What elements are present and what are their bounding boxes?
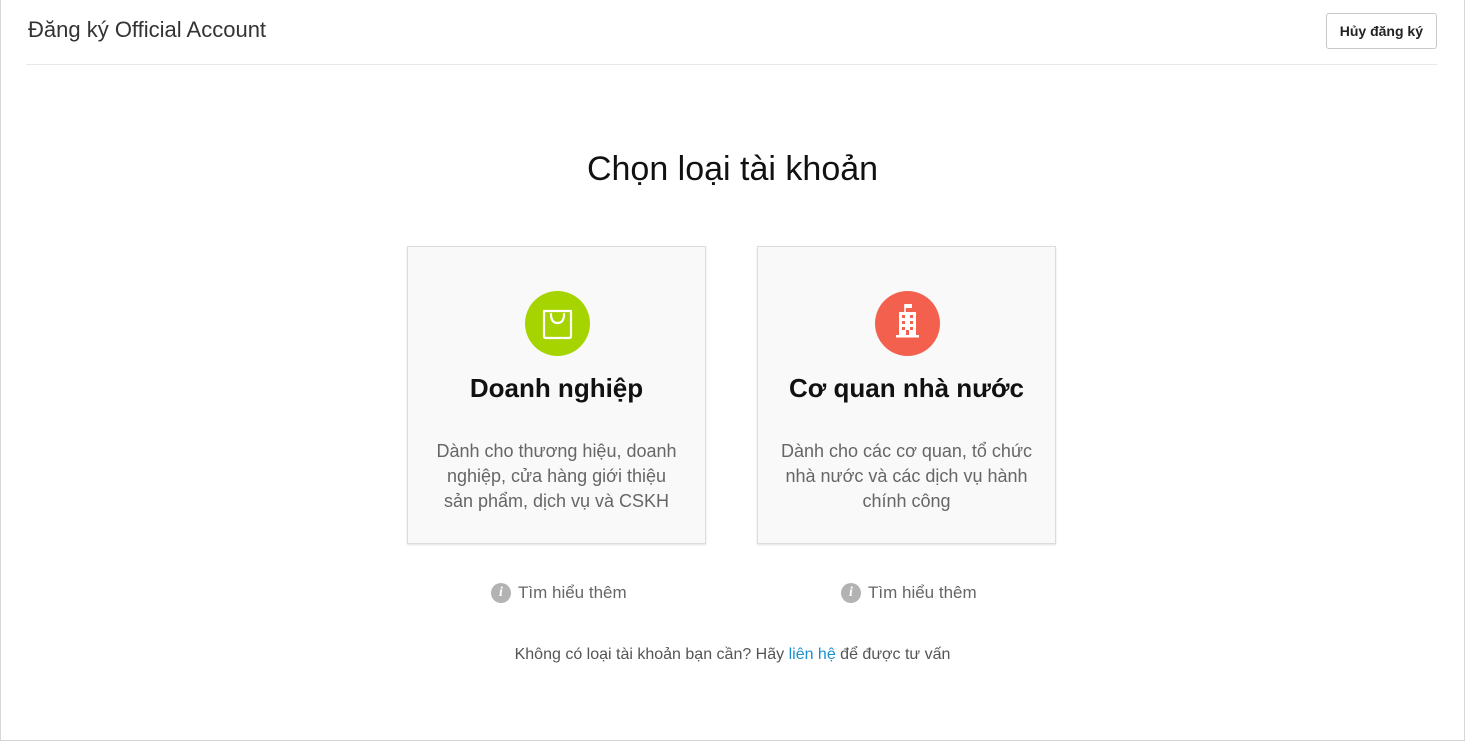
government-card-description: Dành cho các cơ quan, tổ chức nhà nước v… — [781, 441, 1032, 511]
account-type-heading: Chọn loại tài khoản — [586, 150, 879, 188]
learn-more-label: Tìm hiểu thêm — [868, 583, 977, 602]
page-header: Đăng ký Official Account Hủy đăng ký — [26, 0, 1437, 65]
business-learn-more-link[interactable]: i Tìm hiểu thêm — [491, 582, 627, 604]
business-card-description: Dành cho thương hiệu, doanh nghiệp, cửa … — [436, 441, 677, 511]
learn-more-label: Tìm hiểu thêm — [518, 583, 627, 602]
contact-link[interactable]: liên hệ — [789, 646, 836, 663]
info-icon: i — [491, 583, 511, 603]
shopping-bag-icon — [525, 291, 590, 356]
government-card-title: Cơ quan nhà nước — [789, 373, 1024, 403]
government-account-card[interactable]: Cơ quan nhà nước Dành cho các cơ quan, t… — [757, 246, 1056, 544]
cancel-registration-button[interactable]: Hủy đăng ký — [1325, 13, 1437, 49]
contact-note: Không có loại tài khoản bạn cần? Hãy liê… — [1, 646, 1464, 664]
contact-note-suffix: để được tư vấn — [835, 646, 951, 663]
business-account-card[interactable]: Doanh nghiệp Dành cho thương hiệu, doanh… — [407, 246, 706, 544]
page-title: Đăng ký Official Account — [28, 17, 267, 42]
info-icon: i — [841, 583, 861, 603]
government-building-icon — [875, 291, 940, 356]
registration-page: Đăng ký Official Account Hủy đăng ký Chọ… — [0, 0, 1465, 741]
business-card-title: Doanh nghiệp — [469, 373, 644, 403]
government-learn-more-link[interactable]: i Tìm hiểu thêm — [841, 582, 977, 604]
contact-note-prefix: Không có loại tài khoản bạn cần? Hãy — [514, 646, 789, 663]
